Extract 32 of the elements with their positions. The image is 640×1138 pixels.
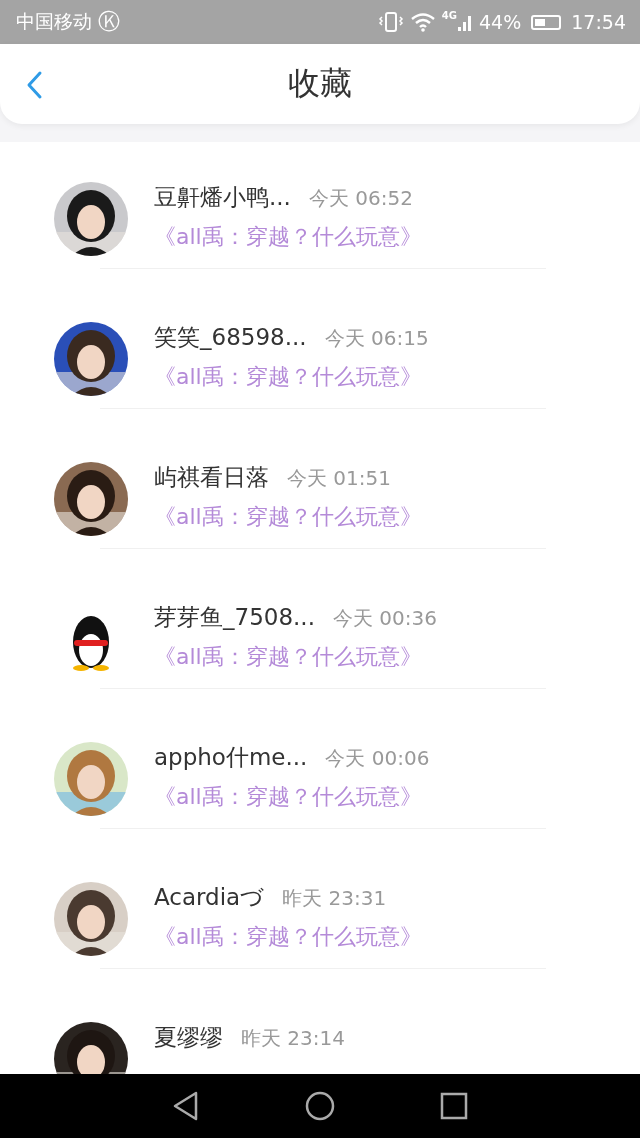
wifi-icon (409, 12, 436, 32)
favorite-item[interactable]: 屿祺看日落 今天 01:51 《all禹：穿越？什么玩意》 (0, 422, 640, 562)
battery-icon (531, 14, 562, 30)
favorite-time: 今天 06:15 (324, 325, 429, 352)
favorite-time: 昨天 23:31 (282, 885, 387, 912)
network-type: 4G (441, 10, 457, 21)
user-name: 芽芽鱼_7508... (154, 603, 315, 632)
recent-apps-icon[interactable] (439, 1092, 468, 1120)
vibrate-icon (377, 11, 404, 33)
favorite-item[interactable]: 芽芽鱼_7508... 今天 00:36 《all禹：穿越？什么玩意》 (0, 562, 640, 702)
favorite-time: 今天 00:06 (325, 745, 430, 772)
battery-percent: 44% (479, 11, 522, 33)
user-name: 夏缪缪 (154, 1023, 223, 1052)
favorite-item[interactable]: 笑笑_68598... 今天 06:15 《all禹：穿越？什么玩意》 (0, 282, 640, 422)
user-name: 屿祺看日落 (154, 463, 269, 492)
favorite-item[interactable]: Acardiaづ 昨天 23:31 《all禹：穿越？什么玩意》 (0, 842, 640, 982)
clock: 17:54 (571, 11, 626, 33)
carrier-label: Ⓚ (98, 8, 120, 36)
favorite-time: 昨天 23:14 (241, 1025, 345, 1052)
favorite-time: 今天 01:51 (287, 465, 391, 492)
user-name: appho什me... (154, 743, 308, 772)
user-name: Acardiaづ (154, 883, 265, 912)
favorite-time: 今天 06:52 (308, 185, 413, 212)
chevron-icon (25, 70, 43, 100)
favorite-time: 今天 00:36 (332, 605, 437, 632)
favorite-item[interactable]: 豆鼾燔小鸭... 今天 06:52 《all禹：穿越？什么玩意》 (0, 142, 640, 282)
page-title: 收藏 (288, 63, 352, 104)
home-icon[interactable] (305, 1091, 335, 1121)
user-name: 豆鼾燔小鸭... (154, 183, 291, 212)
favorite-item[interactable]: appho什me... 今天 00:06 《all禹：穿越？什么玩意》 (0, 702, 640, 842)
carrier-name: 中国移动 (16, 9, 92, 34)
user-name: 笑笑_68598... (154, 323, 307, 352)
